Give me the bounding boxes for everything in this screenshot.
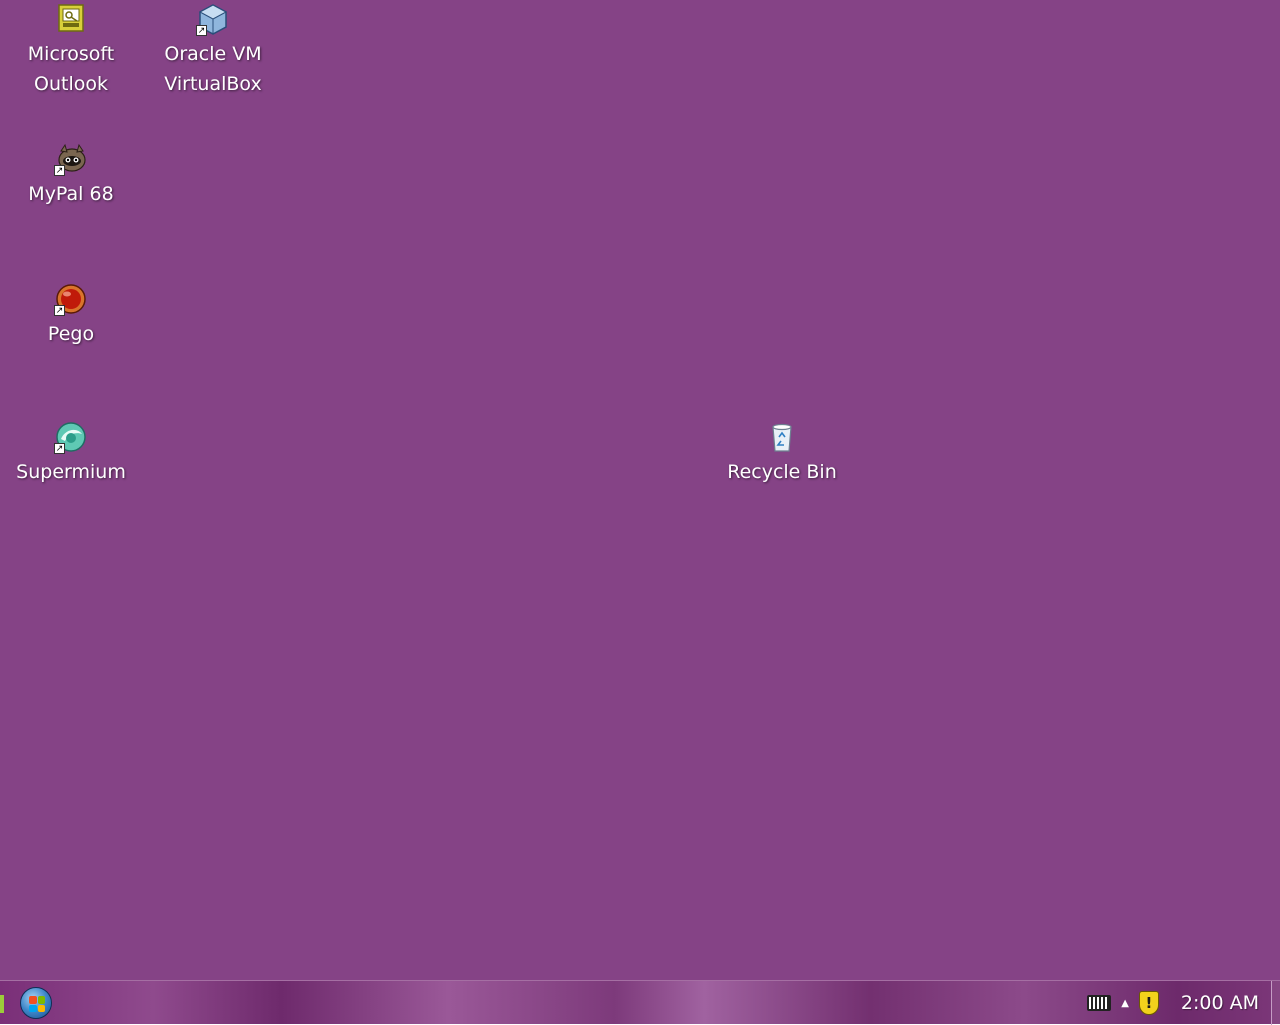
shortcut-arrow-icon: ↗ — [196, 25, 207, 36]
keyboard-icon[interactable] — [1087, 995, 1112, 1011]
shortcut-arrow-icon: ↗ — [54, 443, 65, 454]
shortcut-arrow-icon: ↗ — [54, 165, 65, 176]
desktop-icon-microsoft-outlook[interactable]: Microsoft Outlook — [6, 2, 136, 99]
clock[interactable]: 2:00 AM — [1181, 992, 1259, 1014]
taskbar: ▲ ! 2:00 AM — [0, 980, 1280, 1025]
desktop-icon-label: MyPal 68 — [28, 183, 114, 205]
show-hidden-icons-arrow[interactable]: ▲ — [1121, 998, 1129, 1009]
desktop-icon-label: Microsoft Outlook — [27, 43, 115, 95]
shortcut-arrow-icon: ↗ — [54, 305, 65, 316]
desktop-icon-mypal-68[interactable]: ↗ MyPal 68 — [6, 142, 136, 209]
start-button[interactable] — [20, 987, 52, 1019]
desktop-icon-recycle-bin[interactable]: Recycle Bin — [717, 420, 847, 487]
recycle-bin-icon — [765, 420, 799, 454]
security-shield-icon[interactable]: ! — [1138, 991, 1159, 1015]
mypal-icon: ↗ — [54, 142, 88, 176]
desktop-icon-supermium[interactable]: ↗ Supermium — [6, 420, 136, 487]
virtualbox-icon: ↗ — [196, 2, 230, 36]
desktop-icon-pego[interactable]: ↗ Pego — [6, 282, 136, 349]
outlook-icon — [54, 2, 88, 36]
desktop-icon-label: Recycle Bin — [727, 461, 837, 483]
taskbar-left-edge — [0, 995, 4, 1013]
system-tray: ▲ ! 2:00 AM — [1087, 981, 1280, 1025]
windows-logo-icon — [29, 996, 45, 1012]
desktop-icon-label: Pego — [47, 323, 95, 345]
show-desktop-button[interactable] — [1271, 981, 1280, 1025]
desktop-icon-oracle-vm-virtualbox[interactable]: ↗ Oracle VM VirtualBox — [148, 2, 278, 99]
desktop-icon-label: Oracle VM VirtualBox — [164, 43, 262, 95]
desktop-icon-label: Supermium — [16, 461, 126, 483]
desktop[interactable]: Microsoft Outlook ↗ Oracle VM VirtualBox — [0, 0, 1280, 980]
supermium-icon: ↗ — [54, 420, 88, 454]
pego-icon: ↗ — [54, 282, 88, 316]
